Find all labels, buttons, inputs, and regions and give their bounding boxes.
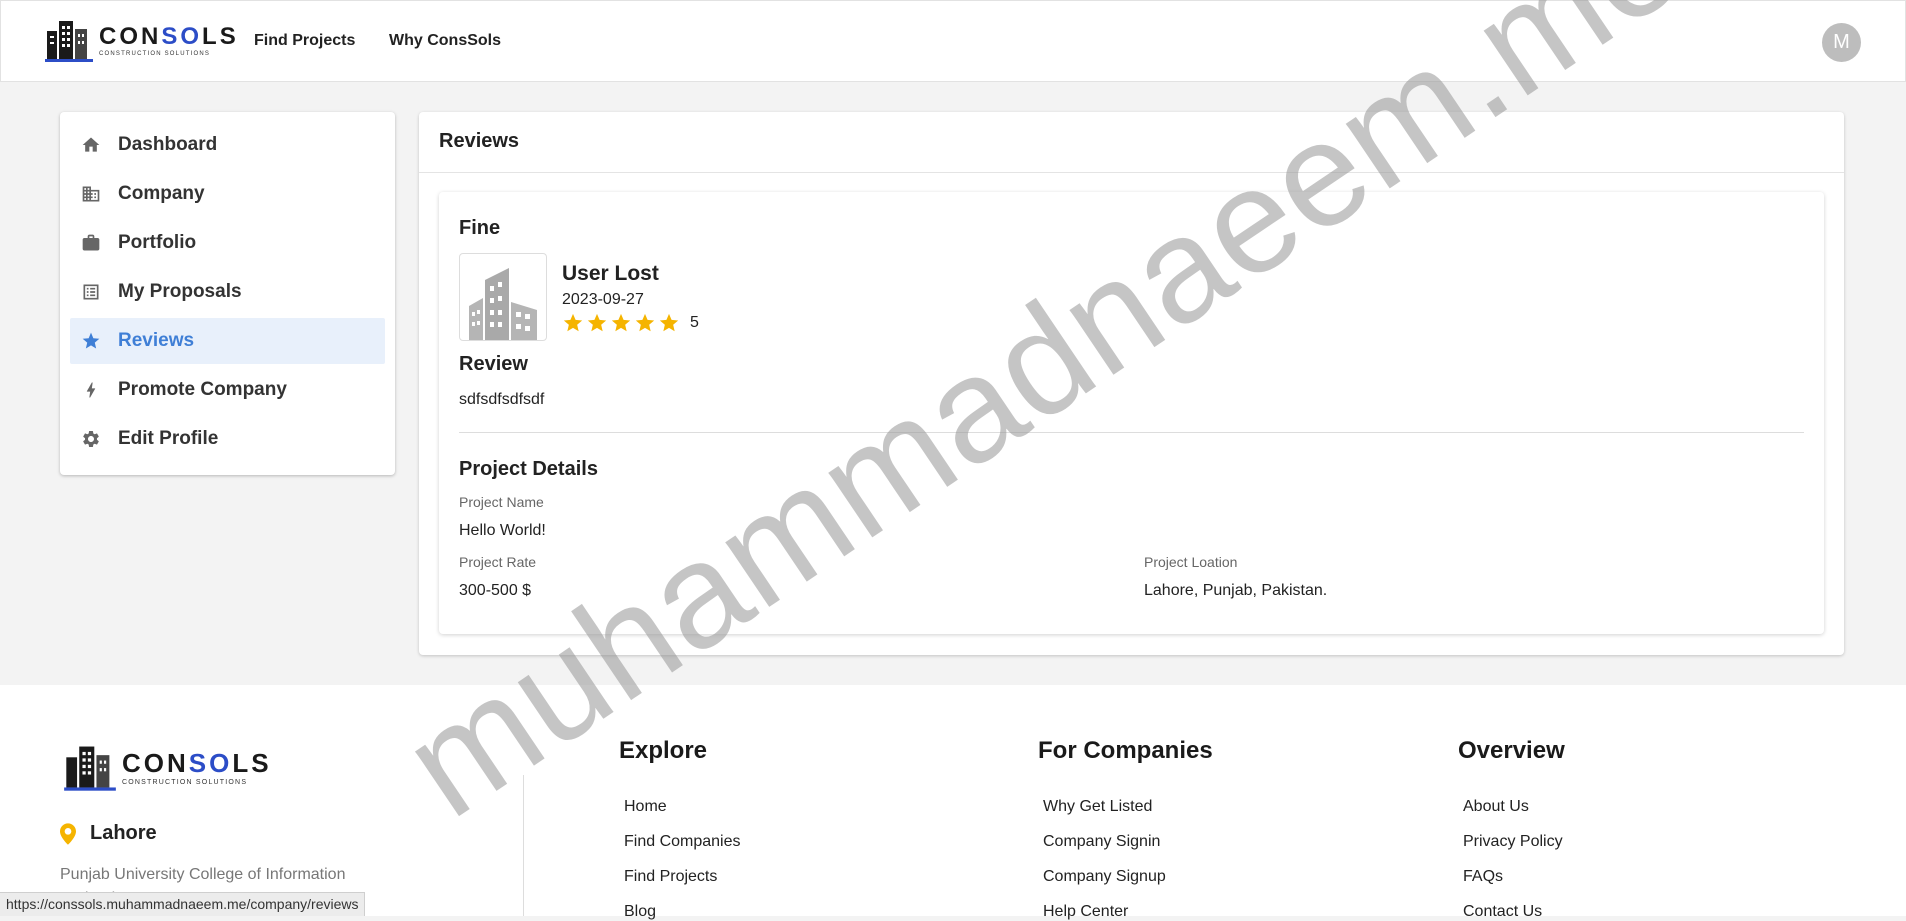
building-image-icon (469, 268, 537, 340)
footer-link-privacy-policy[interactable]: Privacy Policy (1463, 833, 1563, 851)
footer-link-about-us[interactable]: About Us (1463, 798, 1529, 816)
logo-wordmark: CONSOLS (99, 23, 239, 50)
project-rate-value: 300-500 $ (459, 582, 532, 599)
sidebar-item-dashboard[interactable]: Dashboard (70, 122, 385, 168)
footer-link-contact-us[interactable]: Contact Us (1463, 903, 1542, 921)
gear-icon (80, 428, 102, 450)
site-logo[interactable]: CONSOLS CONSTRUCTION SOLUTIONS (43, 17, 239, 63)
section-divider (459, 432, 1804, 433)
star-icon (80, 330, 102, 352)
avatar-initial: M (1833, 31, 1850, 53)
sidebar-item-portfolio[interactable]: Portfolio (70, 220, 385, 266)
page-title: Reviews (439, 130, 520, 152)
logo-tagline: CONSTRUCTION SOLUTIONS (99, 51, 211, 57)
footer-link-find-companies[interactable]: Find Companies (624, 833, 741, 851)
bolt-icon (80, 379, 102, 401)
sidebar-item-company[interactable]: Company (70, 171, 385, 217)
project-location-value: Lahore, Punjab, Pakistan. (1144, 582, 1328, 599)
sidebar-item-label: Dashboard (118, 134, 218, 155)
rating-star-icon (611, 313, 631, 332)
footer-link-why-get-listed[interactable]: Why Get Listed (1043, 798, 1152, 816)
rating-value: 5 (690, 314, 699, 331)
project-location-label: Project Loation (1144, 554, 1238, 570)
project-name-label: Project Name (459, 494, 544, 510)
city-name: Lahore (90, 822, 157, 844)
panel-divider (419, 172, 1844, 173)
sidebar-item-label: Portfolio (118, 232, 197, 253)
site-footer: CONSOLS CONSTRUCTION SOLUTIONS Lahore Pu… (0, 685, 1906, 920)
sidebar-item-edit-profile[interactable]: Edit Profile (70, 416, 385, 462)
project-rate-label: Project Rate (459, 554, 537, 570)
sidebar-item-label: Reviews (118, 330, 195, 351)
rating-star-icon (659, 313, 679, 332)
footer-link-blog[interactable]: Blog (624, 903, 656, 921)
sidebar-item-label: Promote Company (118, 379, 287, 400)
home-icon (80, 134, 102, 156)
top-navbar: CONSOLS CONSTRUCTION SOLUTIONS Find Proj… (0, 0, 1906, 82)
project-details-heading: Project Details (459, 458, 598, 480)
footer-explore-title: Explore (619, 737, 708, 764)
review-heading: Review (459, 353, 528, 375)
review-text: sdfsdfsdfsdf (459, 391, 545, 408)
list-icon (80, 281, 102, 303)
footer-link-company-signup[interactable]: Company Signup (1043, 868, 1166, 886)
reviewer-name: User Lost (562, 262, 659, 285)
review-card: Fine User Lost 2023-09-27 5 Review sdfsd… (439, 192, 1824, 634)
building-logo-icon (45, 21, 93, 62)
sidebar-menu: Dashboard Company Portfolio My Proposals… (60, 112, 395, 475)
nav-find-projects[interactable]: Find Projects (254, 32, 355, 50)
star-rating: 5 (562, 312, 699, 334)
footer-city: Lahore (60, 822, 157, 845)
sidebar-item-promote-company[interactable]: Promote Company (70, 367, 385, 413)
review-title: Fine (459, 217, 501, 239)
review-date: 2023-09-27 (562, 291, 644, 308)
footer-link-help-center[interactable]: Help Center (1043, 903, 1128, 921)
footer-divider (523, 775, 524, 916)
rating-star-icon (635, 313, 655, 332)
rating-star-icon (563, 313, 583, 332)
sidebar-item-label: My Proposals (118, 281, 242, 302)
company-thumbnail (459, 253, 547, 341)
footer-link-company-signin[interactable]: Company Signin (1043, 833, 1160, 851)
building-logo-icon (64, 746, 116, 791)
location-pin-icon (60, 822, 76, 845)
browser-status-url: https://conssols.muhammadnaeem.me/compan… (0, 892, 366, 916)
sidebar-item-label: Company (118, 183, 205, 204)
building-icon (80, 183, 102, 205)
project-name-value: Hello World! (459, 522, 546, 539)
user-avatar[interactable]: M (1822, 23, 1861, 62)
footer-companies-title: For Companies (1038, 737, 1213, 764)
footer-logo[interactable]: CONSOLS CONSTRUCTION SOLUTIONS (62, 742, 272, 792)
sidebar-item-my-proposals[interactable]: My Proposals (70, 269, 385, 315)
logo-tagline: CONSTRUCTION SOLUTIONS (122, 779, 248, 786)
footer-link-faqs[interactable]: FAQs (1463, 868, 1503, 886)
footer-overview-title: Overview (1458, 737, 1565, 764)
footer-link-home[interactable]: Home (624, 798, 667, 816)
briefcase-icon (80, 232, 102, 254)
sidebar-item-label: Edit Profile (118, 428, 219, 449)
sidebar-item-reviews[interactable]: Reviews (70, 318, 385, 364)
reviews-panel: Reviews Fine User Lost 2023-09-27 5 Revi… (419, 112, 1844, 655)
nav-why-conssols[interactable]: Why ConsSols (389, 32, 501, 50)
logo-wordmark: CONSOLS (122, 748, 272, 778)
footer-link-find-projects[interactable]: Find Projects (624, 868, 717, 886)
rating-star-icon (587, 313, 607, 332)
